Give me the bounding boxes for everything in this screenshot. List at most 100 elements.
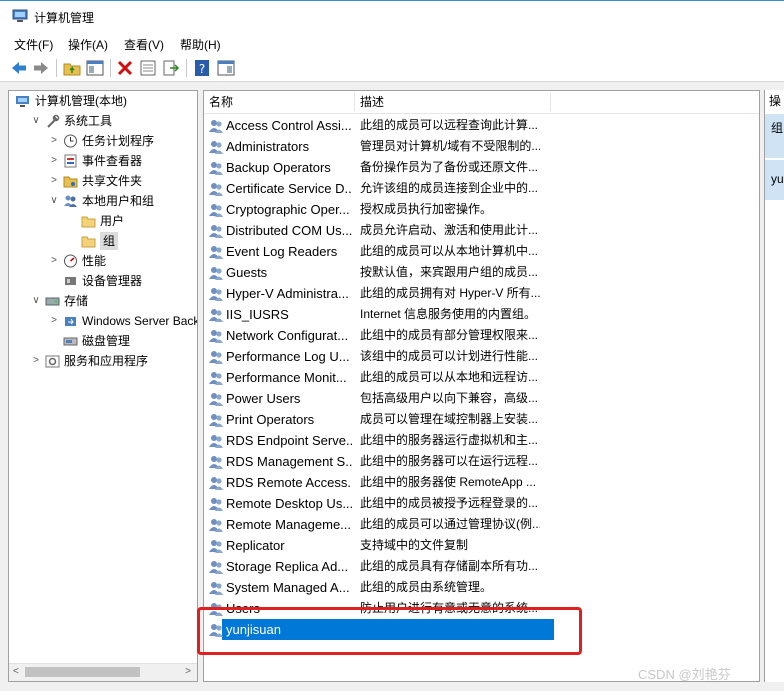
performance-icon — [64, 254, 77, 268]
action-pane-icon[interactable] — [217, 59, 235, 77]
group-icon — [209, 561, 223, 574]
help-icon[interactable]: ? — [193, 59, 211, 77]
show-hide-tree-icon[interactable] — [86, 59, 104, 77]
group-name: RDS Management S... — [226, 454, 352, 469]
chevron-down-icon[interactable]: ∨ — [49, 192, 59, 210]
scrollbar-thumb[interactable] — [25, 667, 140, 677]
group-name: Remote Manageme... — [226, 517, 352, 532]
group-name: RDS Remote Access... — [226, 475, 352, 490]
properties-icon[interactable] — [139, 59, 157, 77]
group-icon — [209, 204, 223, 217]
group-icon — [209, 309, 223, 322]
tools-icon — [47, 114, 60, 128]
toolbar: ? — [0, 56, 784, 82]
group-name: Event Log Readers — [226, 244, 338, 259]
shared-folder-icon — [63, 176, 78, 188]
clock-icon — [64, 134, 77, 148]
table-row[interactable]: Distributed COM Us... 成员允许启动、激活和使用此计... — [204, 220, 759, 241]
scroll-left-arrow-icon[interactable]: < — [13, 666, 19, 677]
group-name: Performance Monit... — [226, 370, 347, 385]
group-name: Guests — [226, 265, 268, 280]
table-row[interactable]: IIS_IUSRS Internet 信息服务使用的内置组。 — [204, 304, 759, 325]
table-row[interactable]: Power Users 包括高级用户以向下兼容，高级... — [204, 388, 759, 409]
group-description: 包括高级用户以向下兼容，高级... — [360, 391, 539, 405]
tree-item-label: 服务和应用程序 — [64, 354, 149, 368]
table-row[interactable]: yunjisuan — [204, 619, 759, 640]
group-icon — [209, 498, 223, 511]
device-manager-icon — [65, 277, 76, 285]
back-arrow-icon[interactable] — [10, 59, 28, 77]
group-icon — [209, 162, 223, 175]
tree-horizontal-scrollbar[interactable]: < > — [9, 663, 197, 681]
table-row[interactable]: RDS Remote Access... 此组中的服务器使 RemoteApp .… — [204, 472, 759, 493]
tree-item-label: 组 — [100, 232, 119, 250]
group-icon — [209, 246, 223, 259]
action-pane-section-item[interactable]: yu — [765, 160, 784, 200]
action-pane-section-groups[interactable]: 组 — [765, 114, 784, 158]
chevron-right-icon[interactable]: > — [49, 252, 59, 270]
delete-icon[interactable] — [116, 59, 134, 77]
table-row[interactable]: Users 防止用户进行有意或无意的系统... — [204, 598, 759, 619]
table-row[interactable]: System Managed A... 此组的成员由系统管理。 — [204, 577, 759, 598]
users-group-icon — [64, 195, 77, 207]
group-description: 授权成员执行加密操作。 — [360, 202, 493, 216]
table-row[interactable]: Remote Manageme... 此组的成员可以通过管理协议(例... — [204, 514, 759, 535]
export-icon[interactable] — [162, 59, 180, 77]
table-row[interactable]: Print Operators 成员可以管理在域控制器上安装... — [204, 409, 759, 430]
group-name: Administrators — [226, 139, 310, 154]
console-tree[interactable]: 计算机管理(本地) ∨ 系统工具 > 任务计划程序 > 事件查看器 > 共享文件夹 ∨ 本地用户和组… — [8, 90, 198, 682]
table-row[interactable]: Replicator 支持域中的文件复制 — [204, 535, 759, 556]
up-folder-icon[interactable] — [63, 59, 81, 77]
table-row[interactable]: Performance Log U... 该组中的成员可以计划进行性能... — [204, 346, 759, 367]
group-icon — [209, 267, 223, 280]
menu-help[interactable]: 帮助(H) — [180, 36, 221, 53]
group-icon — [209, 603, 223, 616]
group-description: 允许该组的成员连接到企业中的... — [360, 181, 539, 195]
table-row[interactable]: Certificate Service D... 允许该组的成员连接到企业中的..… — [204, 178, 759, 199]
group-description: 此组中的成员被授予远程登录的... — [360, 496, 539, 510]
group-name: RDS Endpoint Serve... — [226, 433, 352, 448]
group-description: 此组的成员可以从本地计算机中... — [360, 244, 539, 258]
table-row[interactable]: Storage Replica Ad... 此组的成员具有存储副本所有功... — [204, 556, 759, 577]
table-row[interactable]: Event Log Readers 此组的成员可以从本地计算机中... — [204, 241, 759, 262]
table-row[interactable]: Administrators 管理员对计算机/域有不受限制的... — [204, 136, 759, 157]
chevron-down-icon[interactable]: ∨ — [31, 292, 41, 310]
table-row[interactable]: RDS Management S... 此组中的服务器可以在运行远程... — [204, 451, 759, 472]
tree-item-label: 系统工具 — [64, 114, 113, 128]
scroll-right-arrow-icon[interactable]: > — [185, 666, 191, 677]
tree-item-label: 用户 — [100, 214, 125, 228]
group-name: Cryptographic Oper... — [226, 202, 350, 217]
storage-icon — [45, 297, 60, 306]
menu-file[interactable]: 文件(F) — [14, 36, 53, 53]
list-header: 名称 描述 — [204, 91, 759, 114]
table-row[interactable]: RDS Endpoint Serve... 此组中的服务器运行虚拟机和主... — [204, 430, 759, 451]
title-bar: 计算机管理 — [0, 0, 784, 32]
group-description: 此组中的服务器运行虚拟机和主... — [360, 433, 539, 447]
chevron-down-icon[interactable]: ∨ — [31, 112, 41, 130]
group-name: Certificate Service D... — [226, 181, 352, 196]
table-row[interactable]: Performance Monit... 此组的成员可以从本地和远程访... — [204, 367, 759, 388]
column-header-name[interactable]: 名称 — [204, 91, 354, 113]
group-icon — [209, 120, 223, 133]
table-row[interactable]: Network Configurat... 此组中的成员有部分管理权限来... — [204, 325, 759, 346]
table-row[interactable]: Cryptographic Oper... 授权成员执行加密操作。 — [204, 199, 759, 220]
chevron-right-icon[interactable]: > — [49, 132, 59, 150]
chevron-right-icon[interactable]: > — [49, 172, 59, 190]
table-row[interactable]: Remote Desktop Us... 此组中的成员被授予远程登录的... — [204, 493, 759, 514]
table-row[interactable]: Backup Operators 备份操作员为了备份或还原文件... — [204, 157, 759, 178]
table-row[interactable]: Guests 按默认值，来宾跟用户组的成员... — [204, 262, 759, 283]
group-description: 此组的成员具有存储副本所有功... — [360, 559, 539, 573]
menu-view[interactable]: 查看(V) — [124, 36, 164, 53]
table-row[interactable]: Access Control Assi... 此组的成员可以远程查询此计算... — [204, 115, 759, 136]
forward-arrow-icon[interactable] — [32, 59, 50, 77]
chevron-right-icon[interactable]: > — [49, 312, 59, 330]
group-name: yunjisuan — [226, 622, 281, 637]
chevron-right-icon[interactable]: > — [49, 152, 59, 170]
folder-icon — [81, 236, 96, 248]
column-header-description[interactable]: 描述 — [355, 91, 550, 113]
group-description: 支持域中的文件复制 — [360, 538, 469, 552]
chevron-right-icon[interactable]: > — [31, 352, 41, 370]
table-row[interactable]: Hyper-V Administra... 此组的成员拥有对 Hyper-V 所有… — [204, 283, 759, 304]
menu-action[interactable]: 操作(A) — [68, 36, 108, 53]
groups-list[interactable]: 名称 描述 Access Control Assi... 此组的成员可以远程查询此… — [203, 90, 760, 682]
